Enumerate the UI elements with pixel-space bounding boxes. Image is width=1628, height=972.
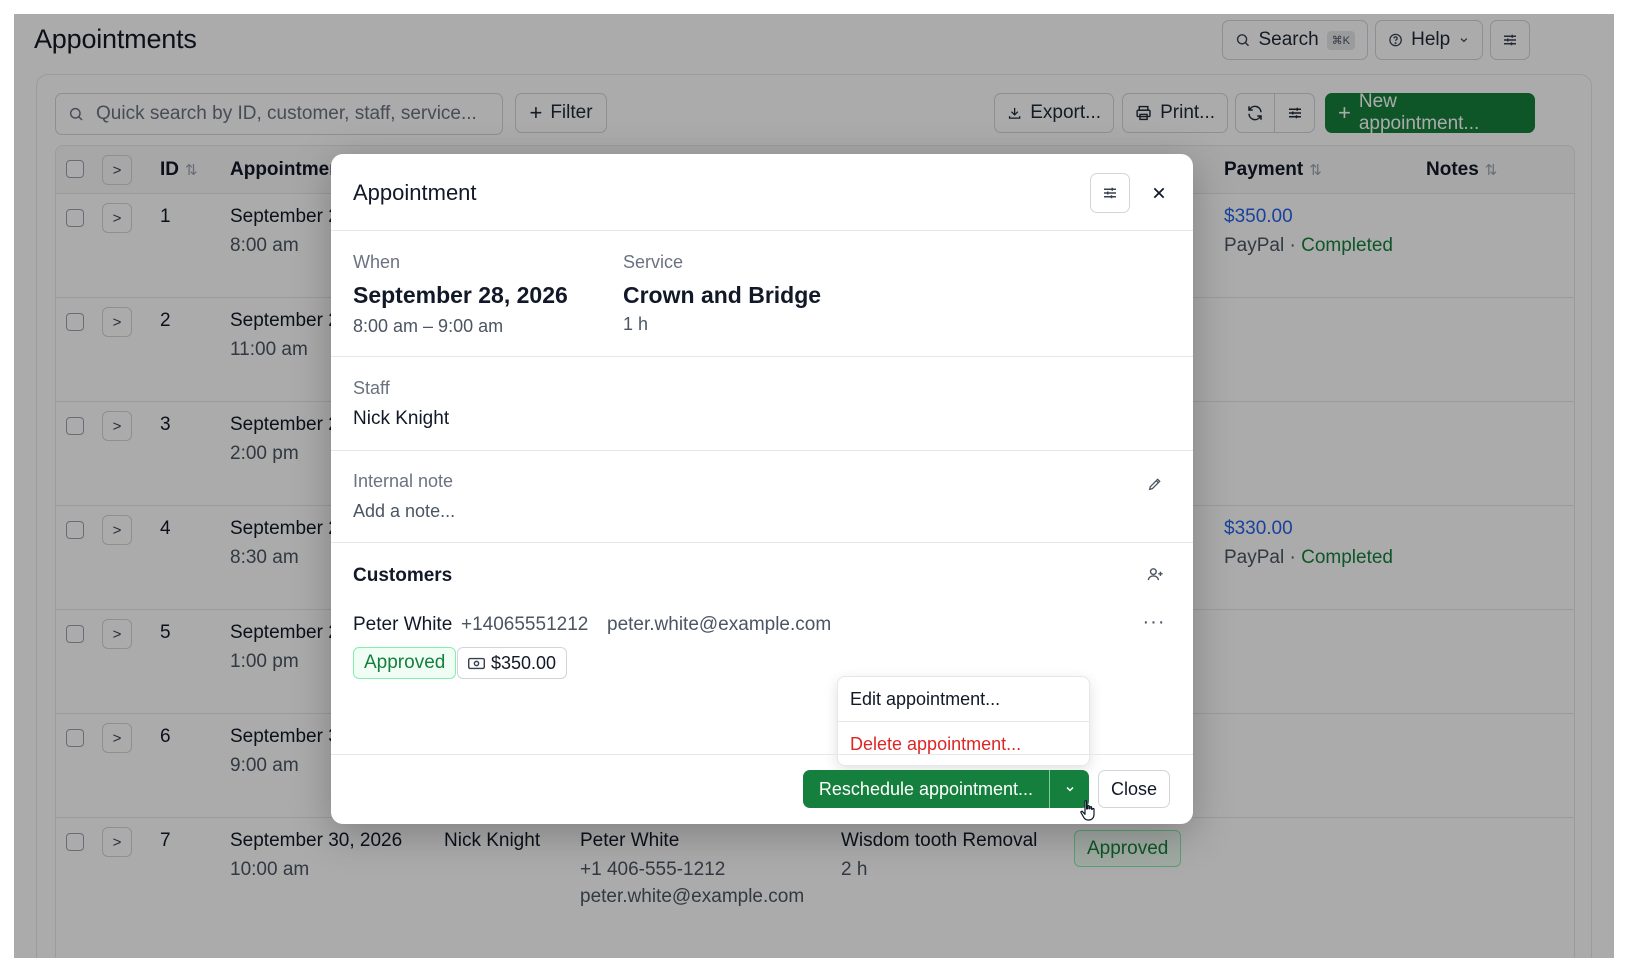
more-horizontal-icon: ··· [1142, 610, 1166, 633]
divider [331, 542, 1193, 543]
customer-email[interactable]: peter.white@example.com [607, 614, 831, 636]
banknote-icon [468, 657, 485, 669]
customer-amount: $350.00 [491, 652, 557, 673]
hand-pointer-cursor-icon [1080, 800, 1095, 821]
dialog-settings-button[interactable] [1090, 173, 1130, 213]
divider [331, 356, 1193, 357]
reschedule-button[interactable]: Reschedule appointment... [803, 770, 1049, 808]
customers-label: Customers [353, 565, 453, 586]
customer-name: Peter White [353, 614, 453, 635]
close-button[interactable]: Close [1098, 770, 1170, 808]
service-duration: 1 h [623, 314, 649, 334]
pencil-icon [1148, 478, 1161, 491]
divider [331, 754, 1193, 755]
service-name: Crown and Bridge [623, 282, 822, 308]
status-badge: Approved [353, 647, 457, 679]
staff-label: Staff [353, 378, 390, 398]
sliders-icon [1104, 187, 1116, 199]
close-icon [1153, 187, 1165, 199]
customer-payment-badge[interactable]: $350.00 [457, 647, 568, 679]
appointment-date: September 28, 2026 [353, 282, 568, 308]
internal-note-label: Internal note [353, 471, 454, 491]
appointment-time-range: 8:00 am – 9:00 am [353, 316, 504, 336]
divider [331, 450, 1193, 451]
menu-item-edit[interactable]: Edit appointment... [838, 677, 1089, 721]
user-plus-icon [1147, 567, 1163, 580]
staff-name: Nick Knight [353, 408, 450, 429]
edit-note-button[interactable] [1141, 470, 1169, 498]
add-note-placeholder[interactable]: Add a note... [353, 501, 455, 522]
appointment-dialog: Appointment When September 28, 2026 8:00… [331, 154, 1193, 824]
service-label: Service [623, 252, 684, 272]
chevron-down-icon [1065, 786, 1074, 792]
dialog-title: Appointment [353, 180, 477, 205]
add-customer-button[interactable] [1141, 560, 1169, 588]
when-label: When [353, 252, 401, 272]
menu-item-delete[interactable]: Delete appointment... [838, 722, 1089, 766]
customer-more-button[interactable]: ··· [1139, 609, 1169, 635]
customer-status: Approved [353, 647, 457, 679]
customer-phone[interactable]: +14065551212 [461, 614, 588, 636]
reschedule-split-button: Reschedule appointment... [803, 770, 1089, 808]
dialog-close-button[interactable] [1139, 173, 1179, 213]
appointment-actions-menu: Edit appointment... Delete appointment..… [837, 676, 1090, 766]
app-window: Appointments Search ⌘K Help Quick search… [14, 14, 1614, 958]
divider [331, 230, 1193, 231]
